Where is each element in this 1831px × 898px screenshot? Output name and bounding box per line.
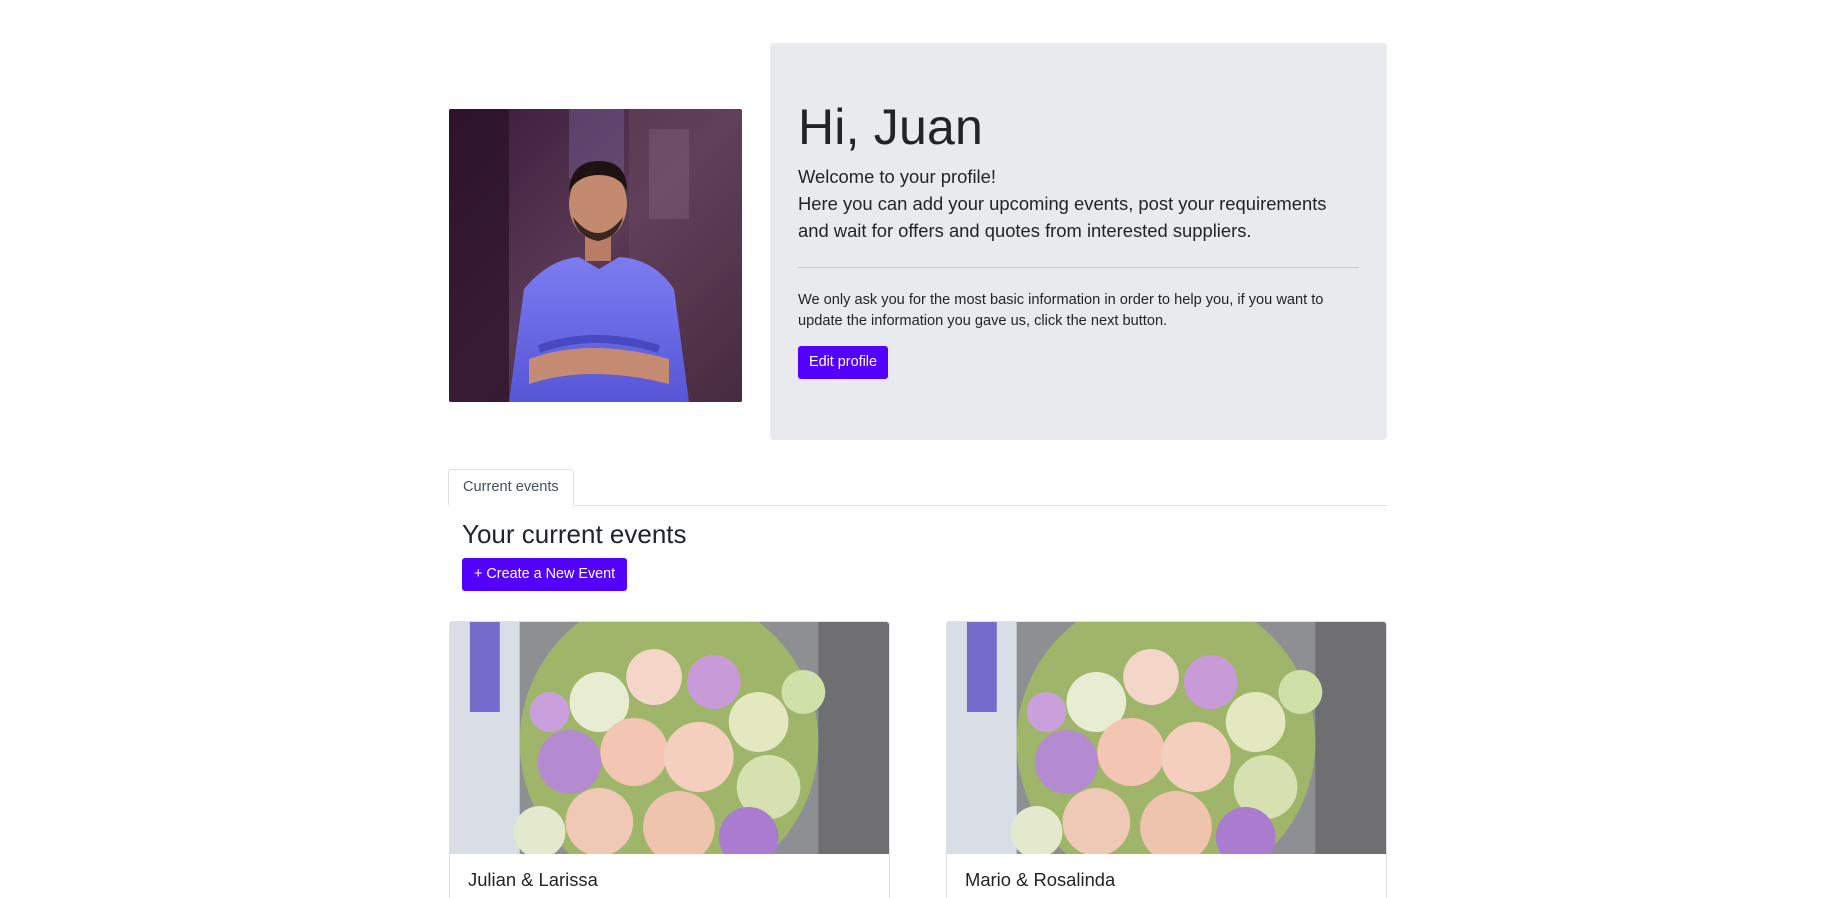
edit-profile-button[interactable]: Edit profile	[798, 346, 888, 379]
create-event-button[interactable]: + Create a New Event	[462, 558, 628, 591]
event-name: Julian & Larissa	[468, 869, 598, 890]
profile-jumbotron: Hi, Juan Welcome to your profile! Here y…	[770, 43, 1387, 440]
profile-photo	[449, 109, 742, 402]
events-tabs: Current events	[448, 469, 1387, 506]
profile-description: Here you can add your upcoming events, p…	[798, 193, 1327, 241]
welcome-text: Welcome to your profile!	[798, 166, 996, 187]
event-image	[947, 622, 1386, 854]
event-card[interactable]: Mario & Rosalinda	[946, 621, 1387, 898]
event-name: Mario & Rosalinda	[965, 869, 1116, 890]
profile-info-text: We only ask you for the most basic infor…	[798, 292, 1324, 329]
greeting-heading: Hi, Juan	[798, 99, 984, 155]
events-section-title: Your current events	[462, 519, 687, 549]
tab-current-events[interactable]: Current events	[448, 469, 574, 506]
event-card[interactable]: Julian & Larissa	[449, 621, 890, 898]
divider	[798, 267, 1359, 268]
event-image	[450, 622, 889, 854]
